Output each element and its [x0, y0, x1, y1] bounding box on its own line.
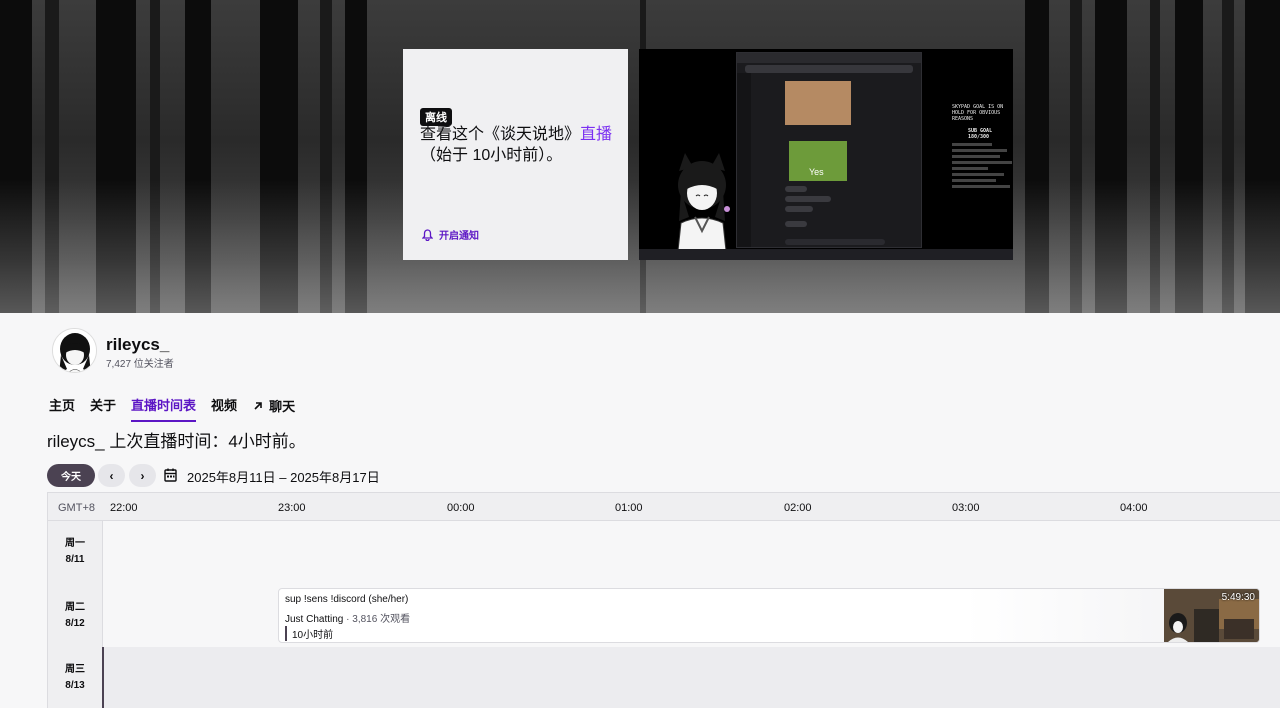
- notify-button[interactable]: 开启通知: [422, 227, 479, 242]
- channel-banner: 离线 查看这个《谈天说地》直播（始于 10小时前）。 开启通知 Yes SKYP…: [0, 0, 1280, 313]
- external-arrow-icon: [254, 401, 262, 410]
- day-row-mon: [103, 521, 1280, 584]
- hour-label: 00:00: [447, 502, 475, 514]
- tab-about[interactable]: 关于: [90, 395, 116, 422]
- date-range: 2025年8月11日 – 2025年8月17日: [187, 470, 380, 485]
- vtuber-avatar-image: [676, 153, 730, 260]
- hour-label: 23:00: [278, 502, 306, 514]
- tab-videos[interactable]: 视频: [211, 395, 237, 422]
- today-button[interactable]: 今天: [47, 464, 95, 487]
- offline-message: 查看这个《谈天说地》直播（始于 10小时前）。: [420, 126, 613, 164]
- bell-icon: [422, 228, 433, 241]
- offline-card[interactable]: 离线 查看这个《谈天说地》直播（始于 10小时前）。 开启通知: [403, 49, 628, 260]
- chevron-right-icon: ›: [140, 468, 145, 483]
- schedule-event-card[interactable]: sup !sens !discord (she/her) Just Chatti…: [278, 588, 1260, 643]
- next-week-button[interactable]: ›: [129, 464, 156, 487]
- channel-tabs: 主页 关于 直播时间表 视频 聊天: [49, 395, 310, 422]
- hour-label: 22:00: [110, 502, 138, 514]
- day-label-mon: 周一 8/11: [48, 521, 103, 584]
- timezone-label: GMT+8: [58, 502, 95, 514]
- follower-count: 7,427 位关注者: [106, 359, 174, 370]
- hour-label: 02:00: [784, 502, 812, 514]
- prev-week-button[interactable]: ‹: [98, 464, 125, 487]
- hour-label: 04:00: [1120, 502, 1148, 514]
- current-day-indicator: [102, 647, 104, 708]
- event-duration: 5:49:30: [1221, 592, 1255, 603]
- event-time-ago: 10小时前: [285, 626, 333, 641]
- hour-label: 01:00: [615, 502, 643, 514]
- event-thumbnail[interactable]: 5:49:30: [1164, 589, 1259, 642]
- hour-label: 03:00: [952, 502, 980, 514]
- day-row-wed: [103, 647, 1280, 708]
- event-title: sup !sens !discord (she/her): [285, 594, 409, 605]
- day-label-tue: 周二 8/12: [48, 584, 103, 647]
- last-live-text: rileycs_ 上次直播时间：4小时前。: [47, 432, 306, 451]
- channel-avatar-image: [53, 329, 96, 372]
- preview-browser-window: Yes: [736, 52, 922, 248]
- calendar-icon[interactable]: [164, 468, 177, 482]
- chevron-left-icon: ‹: [109, 468, 114, 483]
- stream-link[interactable]: 直播: [580, 126, 612, 143]
- schedule-grid: GMT+8 22:00 23:00 00:00 01:00 02:00 03:0…: [47, 492, 1280, 708]
- tab-schedule[interactable]: 直播时间表: [131, 395, 197, 422]
- day-label-wed: 周三 8/13: [48, 647, 103, 708]
- preview-chat-overlay: SKYPAD GOAL IS ON HOLD FOR OBVIOUS REASO…: [952, 104, 1013, 191]
- tab-home[interactable]: 主页: [49, 395, 75, 422]
- tab-chat[interactable]: 聊天: [252, 395, 295, 422]
- last-stream-preview[interactable]: Yes SKYPAD GOAL IS ON HOLD FOR OBVIOUS R…: [639, 49, 1013, 260]
- channel-name[interactable]: rileycs_: [106, 335, 169, 355]
- schedule-header: GMT+8 22:00 23:00 00:00 01:00 02:00 03:0…: [48, 492, 1280, 521]
- event-category: Just Chatting · 3,816 次观看: [285, 614, 411, 625]
- preview-taskbar: [639, 249, 1013, 260]
- avatar[interactable]: [52, 328, 97, 373]
